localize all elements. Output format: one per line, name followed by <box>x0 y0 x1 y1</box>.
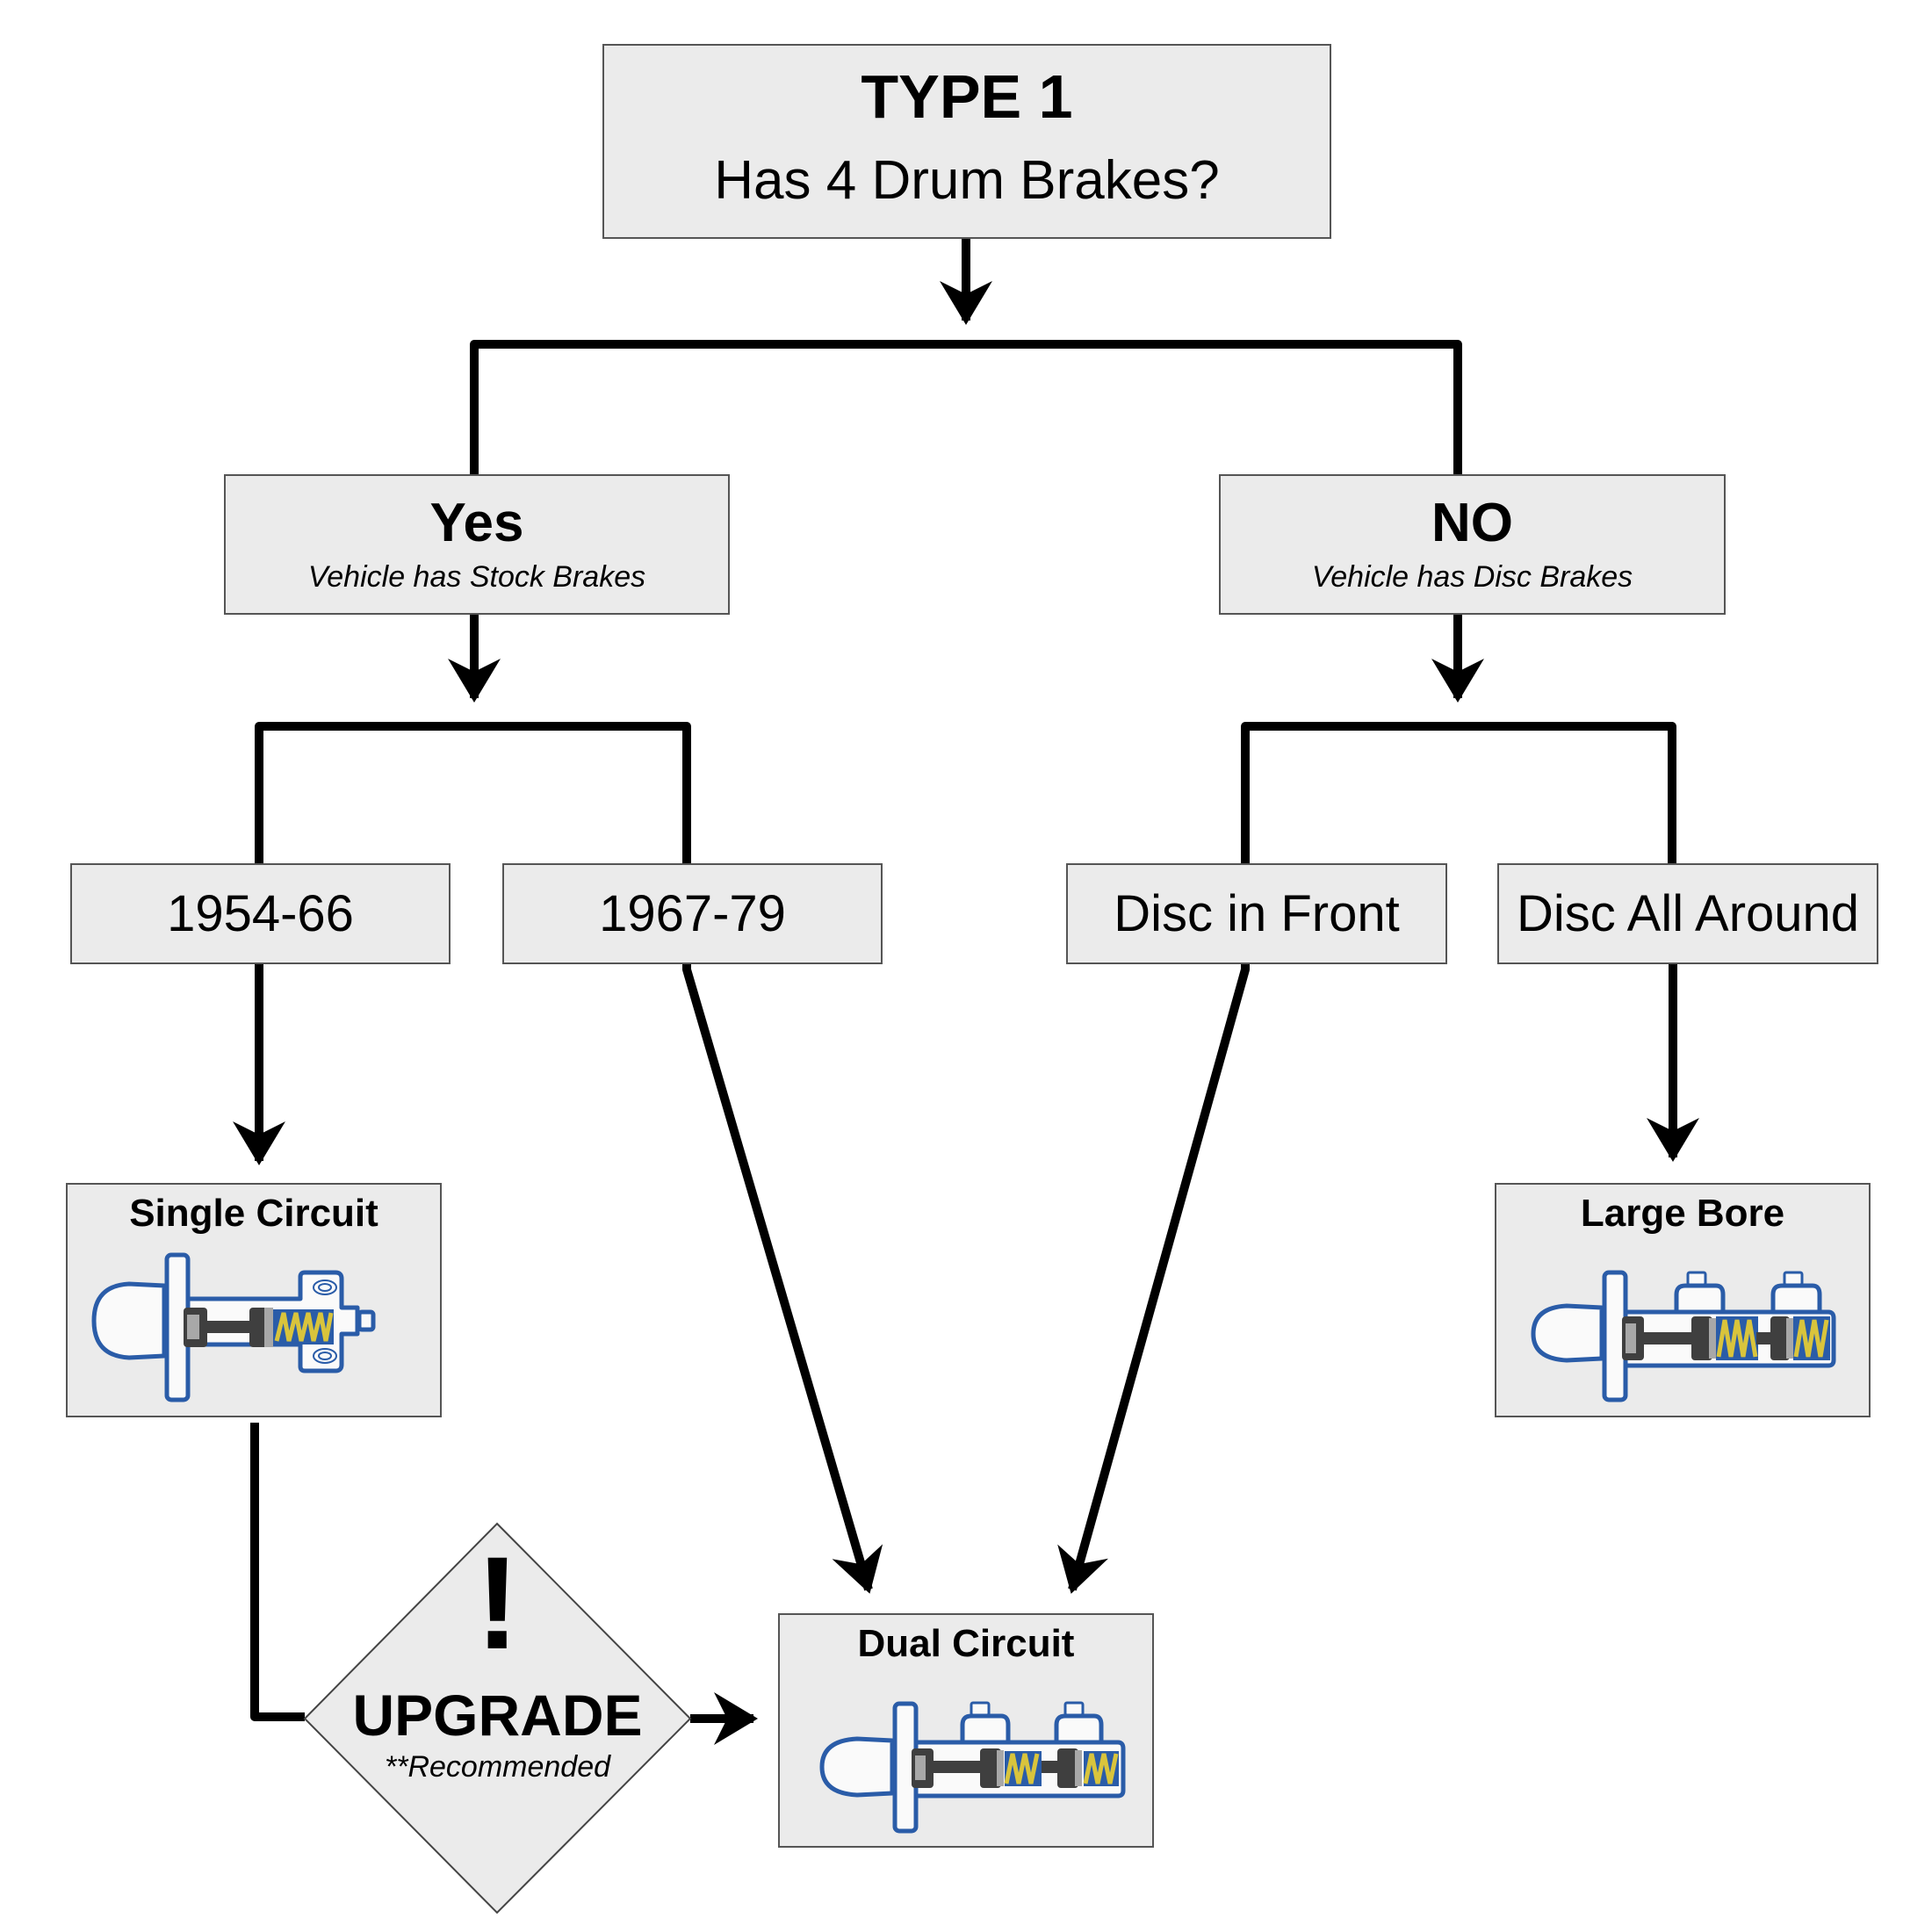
arrow-1967-to-dual <box>682 964 883 1594</box>
no-branch-box: NO Vehicle has Disc Brakes <box>1219 474 1726 615</box>
option-1967-79-box: 1967-79 <box>502 863 883 964</box>
yes-title: Yes <box>429 493 524 553</box>
option-disc-all-box: Disc All Around <box>1497 863 1878 964</box>
option-disc-front-label: Disc in Front <box>1114 885 1400 942</box>
upgrade-note: **Recommended <box>384 1750 611 1784</box>
root-title: TYPE 1 <box>861 62 1073 131</box>
no-subtitle: Vehicle has Disc Brakes <box>1311 560 1633 594</box>
root-decision-box: TYPE 1 Has 4 Drum Brakes? <box>602 44 1331 239</box>
result-single-circuit-box: Single Circuit <box>66 1183 442 1417</box>
single-circuit-master-cylinder-icon <box>91 1252 376 1402</box>
result-dual-circuit-box: Dual Circuit <box>778 1613 1154 1848</box>
yes-branch-box: Yes Vehicle has Stock Brakes <box>224 474 730 615</box>
upgrade-node: ! UPGRADE **Recommended <box>305 1524 690 1913</box>
root-question: Has 4 Drum Brakes? <box>714 150 1220 211</box>
option-1954-66-label: 1954-66 <box>167 885 354 942</box>
exclamation-icon: ! <box>475 1529 520 1676</box>
connector-yes-split <box>255 722 691 865</box>
arrow-discfront-to-dual <box>1057 964 1250 1594</box>
yes-subtitle: Vehicle has Stock Brakes <box>307 560 646 594</box>
result-large-bore-box: Large Bore <box>1495 1183 1871 1417</box>
option-disc-front-box: Disc in Front <box>1066 863 1447 964</box>
connector-root-split <box>470 340 1462 474</box>
option-disc-all-label: Disc All Around <box>1516 885 1860 942</box>
upgrade-title: UPGRADE <box>352 1683 643 1748</box>
connector-single-to-upgrade <box>250 1423 305 1721</box>
large-bore-master-cylinder-icon <box>1531 1270 1836 1402</box>
option-1954-66-box: 1954-66 <box>70 863 451 964</box>
option-1967-79-label: 1967-79 <box>599 885 786 942</box>
no-title: NO <box>1431 493 1513 553</box>
dual-circuit-master-cylinder-icon <box>819 1701 1126 1834</box>
connector-no-split <box>1241 722 1676 865</box>
